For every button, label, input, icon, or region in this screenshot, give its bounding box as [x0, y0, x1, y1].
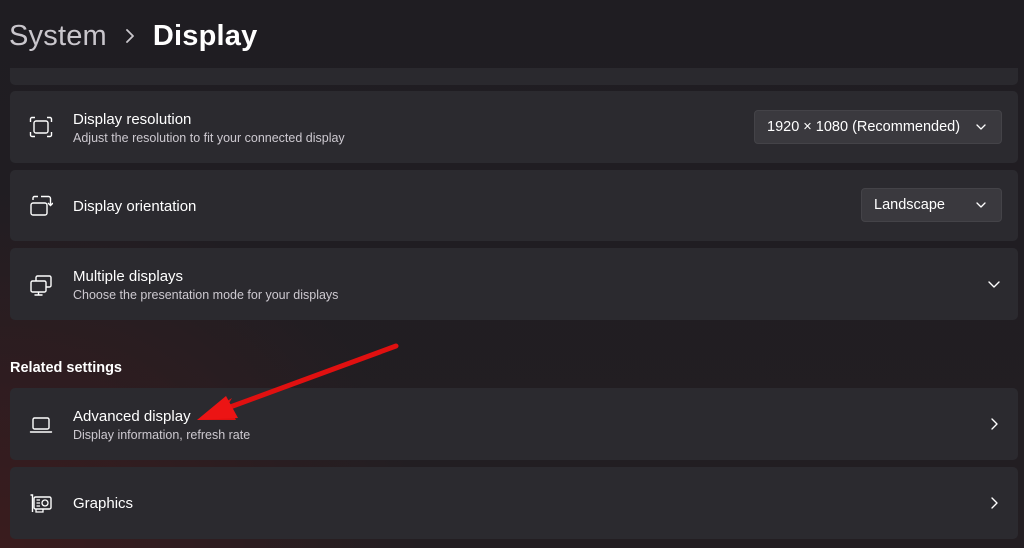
- display-orientation-card[interactable]: Display orientation Landscape: [10, 170, 1018, 241]
- chevron-down-icon: [975, 199, 987, 215]
- graphics-card-icon: [28, 491, 54, 517]
- multiple-displays-icon: [28, 272, 54, 298]
- multiple-displays-card[interactable]: Multiple displays Choose the presentatio…: [10, 248, 1018, 320]
- graphics-card[interactable]: Graphics: [10, 467, 1018, 539]
- chevron-right-icon: [107, 28, 153, 44]
- display-orientation-text: Display orientation: [73, 197, 196, 216]
- multiple-displays-subtitle: Choose the presentation mode for your di…: [73, 288, 339, 302]
- display-resolution-title: Display resolution: [73, 111, 192, 128]
- page-title: Display: [152, 19, 258, 52]
- chevron-down-icon: [975, 121, 987, 137]
- resolution-dropdown-value: 1920 × 1080 (Recommended): [767, 119, 961, 135]
- previous-setting-card: [10, 68, 1018, 85]
- orientation-icon: [28, 193, 54, 219]
- multiple-displays-text: Multiple displays Choose the presentatio…: [73, 267, 338, 304]
- advanced-display-card[interactable]: Advanced display Display information, re…: [10, 388, 1018, 460]
- display-orientation-title: Display orientation: [73, 198, 197, 215]
- graphics-title: Graphics: [73, 495, 134, 512]
- chevron-right-icon[interactable]: [986, 495, 1002, 511]
- resolution-dropdown[interactable]: 1920 × 1080 (Recommended): [754, 110, 1002, 144]
- advanced-display-subtitle: Display information, refresh rate: [73, 428, 251, 442]
- advanced-display-text: Advanced display Display information, re…: [73, 407, 250, 444]
- display-resolution-card[interactable]: Display resolution Adjust the resolution…: [10, 91, 1018, 163]
- orientation-dropdown[interactable]: Landscape: [861, 188, 1002, 222]
- chevron-right-icon[interactable]: [986, 416, 1002, 432]
- laptop-icon: [28, 412, 54, 438]
- display-resolution-text: Display resolution Adjust the resolution…: [73, 110, 345, 147]
- display-resolution-subtitle: Adjust the resolution to fit your connec…: [73, 131, 345, 145]
- advanced-display-title: Advanced display: [73, 408, 191, 425]
- related-settings-header: Related settings: [10, 360, 122, 376]
- orientation-dropdown-value: Landscape: [874, 197, 945, 213]
- breadcrumb-system[interactable]: System: [9, 20, 107, 53]
- breadcrumb: System Display: [9, 14, 257, 58]
- graphics-text: Graphics: [73, 494, 133, 513]
- expand-chevron-icon[interactable]: [986, 276, 1002, 292]
- multiple-displays-title: Multiple displays: [73, 268, 184, 285]
- resolution-icon: [28, 114, 54, 140]
